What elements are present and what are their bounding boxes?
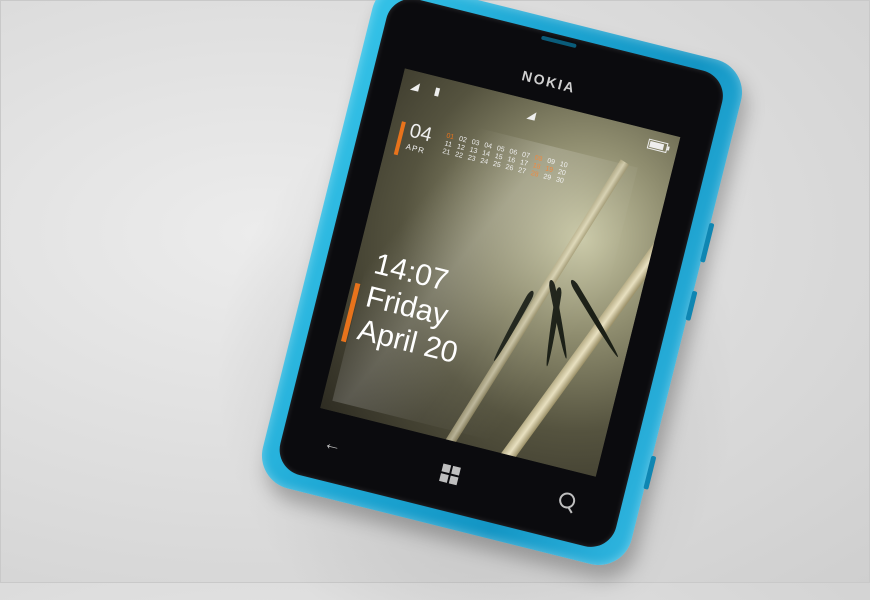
- signal-icon: ◢: [409, 79, 421, 94]
- search-icon[interactable]: [557, 490, 577, 511]
- back-icon[interactable]: ←: [321, 432, 344, 457]
- data-icon: ◢: [525, 108, 538, 123]
- lock-screen[interactable]: ◢ ▮ ◢ 04 APR 01 02 03 04 05 06 07 08 09 10 11 12 13 1…: [320, 68, 681, 477]
- calendar-day: 04: [407, 119, 435, 147]
- earpiece: [540, 35, 577, 49]
- network-icon: ▮: [432, 85, 442, 99]
- windows-icon[interactable]: [439, 463, 461, 486]
